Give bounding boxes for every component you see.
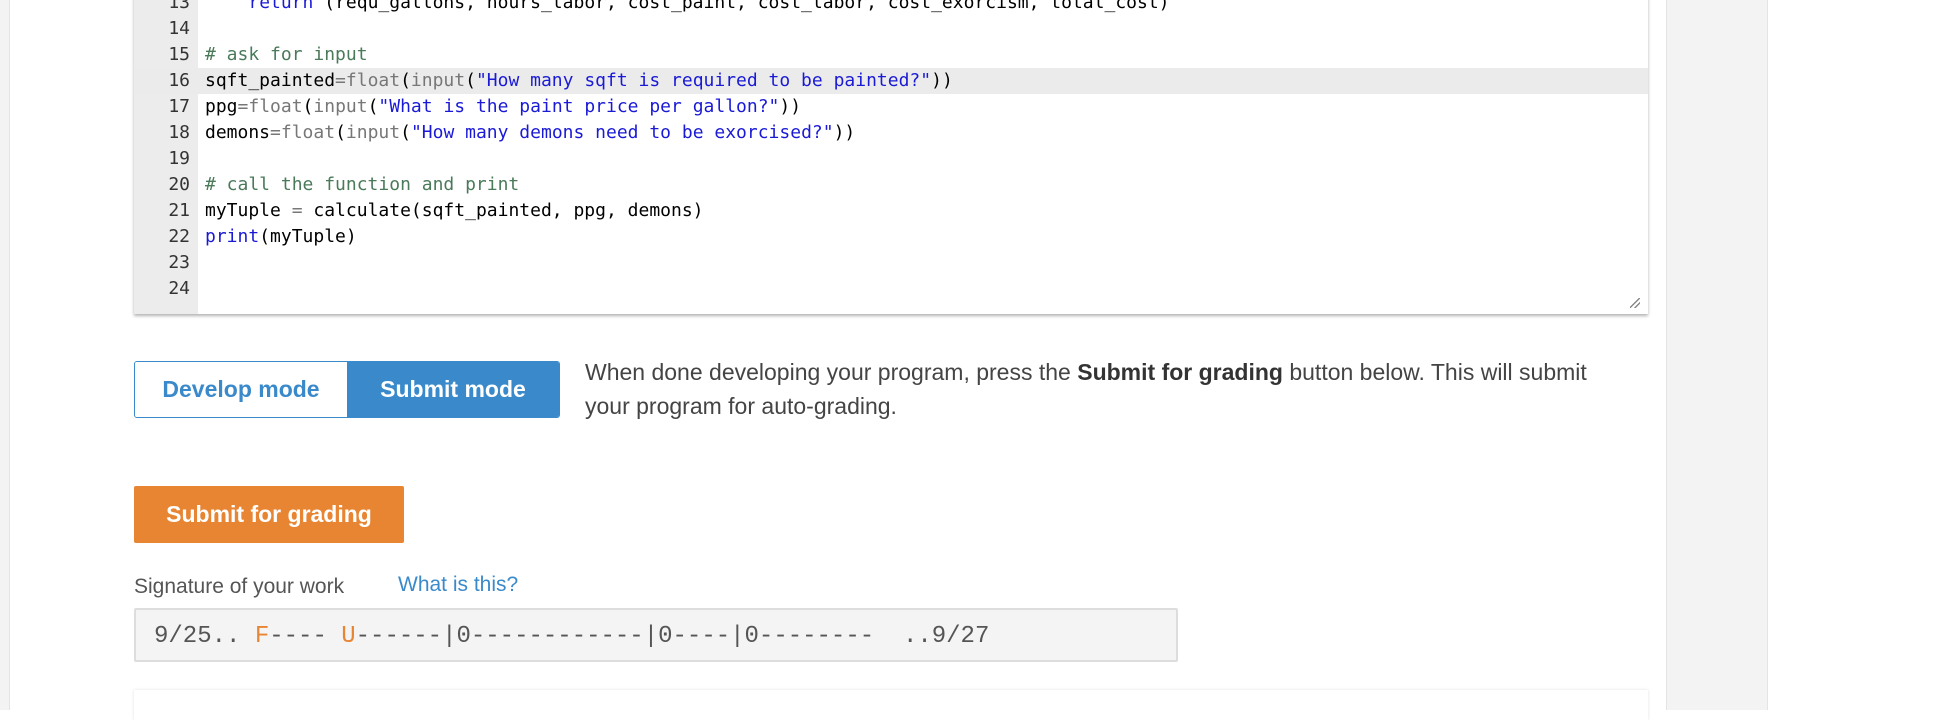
- code-text: # ask for input: [205, 42, 368, 68]
- code-token: =: [237, 96, 249, 117]
- code-token: =: [291, 200, 303, 221]
- submit-instructions: When done developing your program, press…: [585, 355, 1635, 423]
- left-margin: [0, 0, 10, 710]
- code-line[interactable]: 15 # ask for input: [134, 42, 1648, 68]
- line-number: 21: [168, 200, 190, 221]
- code-token: # ask for input: [205, 44, 368, 65]
- signature-box: 9/25.. F---- U------|0------------|0----…: [134, 608, 1178, 662]
- code-token: "What is the paint price per gallon?": [378, 96, 780, 117]
- code-token: (: [400, 122, 411, 143]
- code-token: (: [400, 70, 411, 91]
- code-line[interactable]: 22 print(myTuple): [134, 224, 1648, 250]
- code-line[interactable]: 17 ppg=float(input("What is the paint pri…: [134, 94, 1648, 120]
- signature-label: Signature of your work: [134, 575, 345, 598]
- code-line[interactable]: 23: [134, 250, 1648, 276]
- code-token: input: [345, 122, 401, 143]
- code-token: sqft_painted: [205, 70, 336, 91]
- code-token: )): [931, 70, 953, 91]
- code-token: (: [302, 96, 314, 117]
- resize-handle-icon[interactable]: [1630, 298, 1640, 308]
- code-token: )): [779, 96, 802, 117]
- code-token: calculate(sqft_painted, ppg, demons): [302, 200, 704, 221]
- code-line[interactable]: 19: [134, 146, 1648, 172]
- sig-f: F: [254, 623, 270, 650]
- instructions-bold: Submit for grading: [1077, 359, 1283, 385]
- code-token: float: [280, 122, 336, 143]
- line-number: 15: [168, 44, 190, 65]
- code-line[interactable]: 14: [134, 16, 1648, 42]
- code-line[interactable]: 21 myTuple = calculate(sqft_painted, ppg,…: [134, 198, 1648, 224]
- code-text: return (requ_gallons, hours_labor, cost_…: [205, 0, 1170, 16]
- code-token: myTuple: [205, 200, 292, 221]
- code-line[interactable]: 16 sqft_painted=float(input("How many sqf…: [134, 68, 1648, 94]
- sig-u-rest: ------|0------------|0----|0-------- ..9…: [355, 623, 990, 650]
- line-number: 16: [168, 70, 190, 91]
- code-text: # call the function and print: [205, 172, 519, 198]
- line-number: 20: [168, 174, 190, 195]
- code-line[interactable]: 13 return (requ_gallons, hours_labor, co…: [134, 0, 1648, 16]
- code-line[interactable]: 20 # call the function and print: [134, 172, 1648, 198]
- code-token: # call the function and print: [205, 174, 520, 195]
- line-number: 24: [168, 278, 190, 299]
- code-token: input: [313, 96, 368, 117]
- code-line[interactable]: 18 demons=float(input("How many demons ne…: [134, 120, 1648, 146]
- sig-f-rest: ----: [269, 623, 342, 650]
- code-line[interactable]: 24: [134, 276, 1648, 302]
- code-token: input: [410, 70, 466, 91]
- line-number: 19: [168, 148, 190, 169]
- line-number: 23: [168, 252, 190, 273]
- code-token: "How many demons need to be exorcised?": [410, 122, 834, 143]
- code-token: return: [248, 0, 314, 13]
- code-token: float: [345, 70, 401, 91]
- code-token: (requ_gallons, hours_labor, cost_paint, …: [313, 0, 1170, 13]
- line-number: 18: [168, 122, 190, 143]
- instructions-text: When done developing your program, press…: [585, 359, 1078, 385]
- code-editor[interactable]: 13 return (requ_gallons, hours_labor, co…: [134, 0, 1648, 314]
- what-is-this-link[interactable]: What is this?: [398, 573, 518, 597]
- code-token: (: [367, 96, 379, 117]
- next-section-card: [134, 690, 1648, 720]
- code-token: print: [205, 226, 260, 247]
- code-text: demons=float(input("How many demons need…: [205, 120, 855, 146]
- sig-start: 9/25..: [154, 623, 255, 650]
- code-token: (myTuple): [259, 226, 357, 247]
- code-token: demons: [205, 122, 271, 143]
- mode-toggle: Develop mode Submit mode: [134, 361, 560, 418]
- code-token: =: [270, 122, 281, 143]
- code-token: float: [248, 96, 303, 117]
- right-panel: [1666, 0, 1768, 710]
- code-text: print(myTuple): [205, 224, 357, 250]
- code-token: (: [335, 122, 346, 143]
- code-text: myTuple = calculate(sqft_painted, ppg, d…: [205, 198, 704, 224]
- line-number: 14: [168, 18, 190, 39]
- line-number: 17: [168, 96, 190, 117]
- code-token: )): [833, 122, 856, 143]
- submit-for-grading-button[interactable]: Submit for grading: [134, 486, 404, 543]
- develop-mode-button[interactable]: Develop mode: [135, 362, 347, 417]
- code-token: "How many sqft is required to be painted…: [475, 70, 932, 91]
- line-number: 13: [168, 0, 190, 13]
- sig-u: U: [341, 623, 356, 650]
- submit-mode-button[interactable]: Submit mode: [347, 362, 559, 417]
- code-text: ppg=float(input("What is the paint price…: [205, 94, 801, 120]
- code-token: (: [465, 70, 476, 91]
- code-token: ppg: [205, 96, 238, 117]
- line-number: 22: [168, 226, 190, 247]
- code-text: sqft_painted=float(input("How many sqft …: [205, 68, 953, 94]
- code-token: =: [335, 70, 346, 91]
